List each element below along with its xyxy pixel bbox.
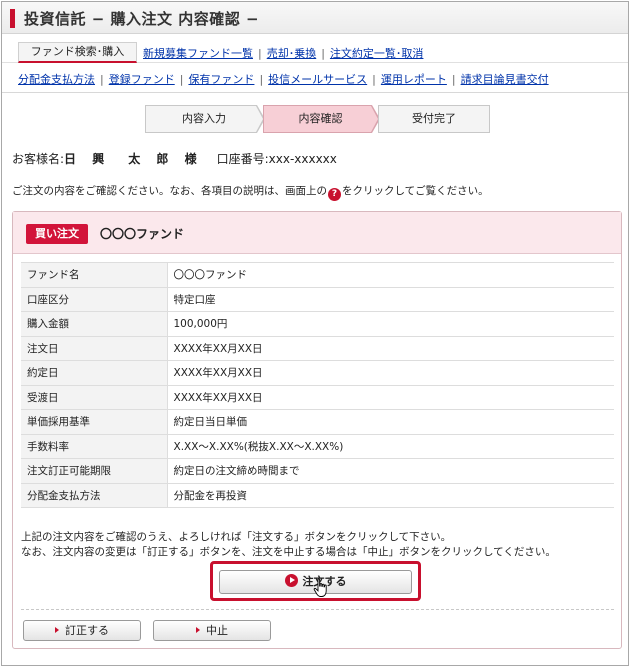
row-value: 分配金を再投資: [167, 483, 614, 508]
step-label: 内容入力: [182, 112, 226, 125]
buttons-divider: [21, 609, 614, 610]
order-details-table: ファンド名 〇〇〇ファンド 口座区分 特定口座 購入金額 100,000円 注文日 XX…: [21, 262, 614, 508]
step-complete: 受付完了: [378, 105, 490, 133]
order-fund-name: 〇〇〇ファンド: [100, 227, 185, 241]
table-row: 分配金支払方法 分配金を再投資: [21, 483, 614, 508]
note-line-2: なお、注文内容の変更は「訂正する」ボタンを、注文を中止する場合は「中止」ボタンを…: [21, 546, 556, 558]
row-key: 分配金支払方法: [21, 483, 168, 508]
row-value: 特定口座: [167, 287, 614, 312]
nav-link-sell-switch[interactable]: 売却･乗換: [267, 47, 317, 60]
progress-steps: 内容入力 内容確認 受付完了: [145, 105, 490, 133]
row-value: 約定日の注文締め時間まで: [167, 458, 614, 484]
row-key: 注文日: [21, 336, 168, 361]
play-icon: [284, 574, 298, 587]
buy-order-badge: 買い注文: [26, 224, 88, 244]
nav-separator: |: [179, 73, 184, 86]
row-key: 購入金額: [21, 311, 168, 337]
correct-label: 訂正する: [65, 624, 109, 637]
page-header: 投資信託 − 購入注文 内容確認 −: [2, 2, 628, 34]
account-number: 口座番号:xxx-xxxxxx: [216, 152, 337, 166]
nav-link-reports[interactable]: 運用レポート: [381, 73, 447, 86]
row-value: 100,000円: [167, 311, 614, 337]
step-arrow-fill: [256, 106, 263, 132]
table-row: 購入金額 100,000円: [21, 311, 614, 337]
order-confirm-window: 投資信託 − 購入注文 内容確認 − ファンド検索･購入 新規募集ファンド一覧 |…: [1, 1, 629, 666]
row-key: 手数料率: [21, 434, 168, 459]
table-row: ファンド名 〇〇〇ファンド: [21, 262, 614, 288]
header-accent-bar: [10, 9, 15, 28]
nav-separator: |: [259, 73, 264, 86]
primary-nav: ファンド検索･購入 新規募集ファンド一覧 | 売却･乗換 | 注文約定一覧･取消: [2, 34, 628, 63]
correct-order-button[interactable]: 訂正する: [23, 620, 141, 641]
cancel-order-button[interactable]: 中止: [153, 620, 271, 641]
row-value: XXXX年XX月XX日: [167, 360, 614, 386]
nav-separator: |: [372, 73, 376, 86]
instruction-text: ご注文の内容をご確認ください。なお、各項目の説明は、画面上の? をクリックしてご覧…: [12, 183, 489, 201]
row-value: XXXX年XX月XX日: [167, 385, 614, 410]
step-label: 受付完了: [412, 112, 456, 125]
secondary-nav: 分配金支払方法 | 登録ファンド | 保有ファンド | 投信メールサービス | 運用レポート | 請…: [18, 71, 549, 87]
page-title: 投資信託 − 購入注文 内容確認 −: [24, 10, 260, 28]
note-line-1: 上記の注文内容をご確認のうえ、よろしければ「注文する」ボタンをクリックして下さい…: [21, 531, 452, 543]
instruction-before: ご注文の内容をご確認ください。なお、各項目の説明は、画面上の: [12, 185, 327, 197]
confirmation-note: 上記の注文内容をご確認のうえ、よろしければ「注文する」ボタンをクリックして下さい…: [21, 530, 556, 560]
hand-pointer-icon: [313, 578, 327, 597]
row-value: 約定日当日単価: [167, 409, 614, 435]
nav-link-held-funds[interactable]: 保有ファンド: [188, 73, 254, 86]
help-question-icon: ?: [328, 188, 341, 201]
nav-link-mail-service[interactable]: 投信メールサービス: [268, 73, 367, 86]
row-key: 受渡日: [21, 385, 168, 410]
cancel-label: 中止: [206, 624, 228, 637]
order-panel-header: 買い注文 〇〇〇ファンド: [13, 212, 621, 254]
customer-name-label: お客様名:: [12, 152, 65, 166]
nav-separator: |: [100, 73, 104, 86]
step-input: 内容入力: [145, 105, 263, 133]
step-arrow-fill: [371, 106, 378, 132]
nav-link-prospectus[interactable]: 請求目論見書交付: [461, 73, 549, 86]
row-value: X.XX〜X.XX%(税抜X.XX〜X.XX%): [167, 434, 614, 459]
row-key: 単価採用基準: [21, 409, 168, 435]
row-value: 〇〇〇ファンド: [167, 262, 614, 288]
order-panel: 買い注文 〇〇〇ファンド ファンド名 〇〇〇ファンド 口座区分 特定口座 購入金額 1…: [12, 211, 622, 649]
nav-separator: |: [321, 47, 325, 60]
table-row: 注文日 XXXX年XX月XX日: [21, 336, 614, 361]
nav-separator: |: [258, 47, 262, 60]
table-row: 単価採用基準 約定日当日単価: [21, 409, 614, 435]
row-key: 口座区分: [21, 287, 168, 312]
table-row: 注文訂正可能期限 約定日の注文締め時間まで: [21, 458, 614, 484]
customer-info: お客様名:日 興 太 郎 様口座番号:xxx-xxxxxx: [12, 150, 337, 167]
customer-name: 日 興 太 郎 様: [64, 152, 203, 166]
step-label: 内容確認: [298, 112, 343, 125]
row-key: 注文訂正可能期限: [21, 458, 168, 484]
tab-fund-search-purchase[interactable]: ファンド検索･購入: [18, 42, 137, 63]
table-row: 口座区分 特定口座: [21, 287, 614, 312]
row-key: ファンド名: [21, 262, 168, 288]
nav-link-dividend-method[interactable]: 分配金支払方法: [18, 73, 95, 86]
row-key: 約定日: [21, 360, 168, 386]
nav-link-registered-funds[interactable]: 登録ファンド: [109, 73, 175, 86]
triangle-right-icon: [55, 627, 59, 633]
nav-separator: |: [451, 73, 456, 86]
table-row: 手数料率 X.XX〜X.XX%(税抜X.XX〜X.XX%): [21, 434, 614, 459]
confirm-button-highlight: 注文する: [210, 561, 421, 601]
nav-link-new-funds[interactable]: 新規募集ファンド一覧: [143, 47, 253, 60]
table-row: 受渡日 XXXX年XX月XX日: [21, 385, 614, 410]
step-confirm-current: 内容確認: [263, 105, 378, 133]
table-row: 約定日 XXXX年XX月XX日: [21, 360, 614, 386]
row-value: XXXX年XX月XX日: [167, 336, 614, 361]
nav-divider: [2, 92, 628, 93]
triangle-right-icon: [196, 627, 200, 633]
primary-nav-links: 新規募集ファンド一覧 | 売却･乗換 | 注文約定一覧･取消: [143, 45, 423, 61]
nav-link-order-list[interactable]: 注文約定一覧･取消: [330, 47, 424, 60]
instruction-after: をクリックしてご覧ください。: [342, 185, 489, 197]
